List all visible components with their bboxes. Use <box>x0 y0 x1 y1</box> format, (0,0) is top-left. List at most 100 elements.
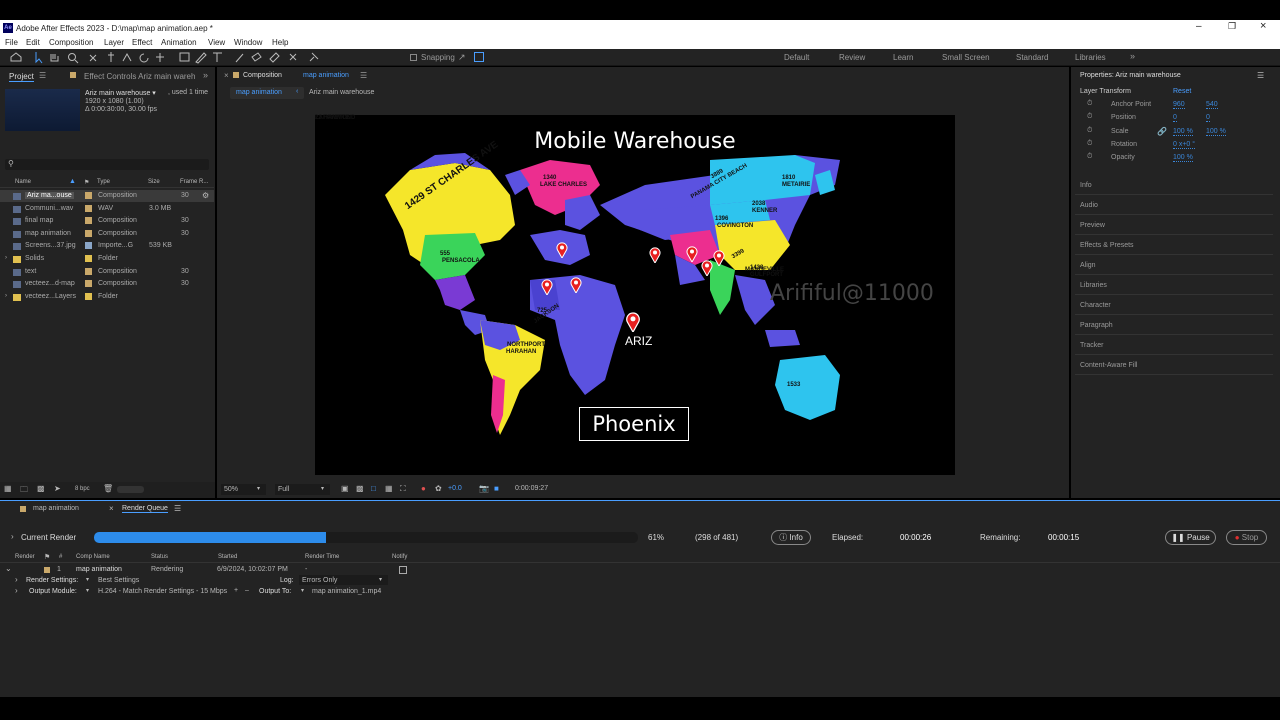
constrain-proportions-icon[interactable]: 🔗 <box>1157 127 1167 136</box>
expand-arrow-icon[interactable]: › <box>5 293 7 299</box>
prop-value-1[interactable]: 0 <box>1173 114 1177 123</box>
snapping-checkbox[interactable] <box>410 54 417 61</box>
project-item[interactable]: Communi...wav WAV 3.0 MB <box>0 203 214 215</box>
restore-icon[interactable]: ❐ <box>1228 21 1236 32</box>
minimize-icon[interactable]: – <box>1196 21 1202 32</box>
show-snapshot-icon[interactable]: ■ <box>494 484 499 493</box>
menu-view[interactable]: View <box>208 38 225 47</box>
panel-content-aware-fill[interactable]: Content-Aware Fill <box>1080 362 1137 369</box>
render-menu-icon[interactable]: ☰ <box>174 504 181 513</box>
project-item[interactable]: final map Composition 30 <box>0 215 214 227</box>
col-name[interactable]: Name <box>15 179 31 185</box>
expand-arrow-icon[interactable]: › <box>15 575 18 584</box>
workspace-learn[interactable]: Learn <box>893 53 913 62</box>
prop-value-1[interactable]: 100 % <box>1173 128 1193 136</box>
new-folder-icon[interactable]: 🗀 <box>20 484 28 498</box>
tab-composition-name[interactable]: map animation <box>303 72 349 79</box>
label-swatch[interactable] <box>85 255 92 262</box>
panel-tracker[interactable]: Tracker <box>1080 342 1103 349</box>
prop-value-1[interactable]: 0 x+0 ° <box>1173 141 1196 149</box>
label-swatch[interactable] <box>44 567 50 573</box>
stopwatch-icon[interactable]: ⏱ <box>1087 140 1092 148</box>
output-to-value[interactable]: map animation_1.mp4 <box>312 588 381 595</box>
remove-output-icon[interactable]: – <box>245 587 249 594</box>
new-composition-icon[interactable]: ▩ <box>37 484 45 493</box>
panel-preview[interactable]: Preview <box>1080 222 1105 229</box>
menu-animation[interactable]: Animation <box>161 38 197 47</box>
color-management-icon[interactable]: ✿ <box>435 484 442 493</box>
chevron-down-icon[interactable]: ▾ <box>301 587 304 594</box>
panel-audio[interactable]: Audio <box>1080 202 1098 209</box>
project-item[interactable]: vecteez...d-map Composition 30 <box>0 278 214 290</box>
snap-target-icon[interactable] <box>474 52 484 62</box>
panel-expand-icon[interactable]: » <box>203 70 208 80</box>
composition-viewer[interactable]: Mobile Warehouse Phoenix Arififul@11000 … <box>315 115 955 475</box>
panel-libraries[interactable]: Libraries <box>1080 282 1107 289</box>
thumbnail-slider[interactable] <box>117 486 144 493</box>
project-item[interactable]: map animation Composition 30 <box>0 228 214 240</box>
col-type[interactable]: Type <box>97 179 110 185</box>
col-notify[interactable]: Notify <box>392 554 407 560</box>
label-swatch[interactable] <box>85 280 92 288</box>
pause-button[interactable]: ❚❚ Pause <box>1165 530 1216 545</box>
color-channel-icon[interactable]: ● <box>421 484 426 493</box>
bpc-label[interactable]: 8 bpc <box>75 486 90 492</box>
snap-options-icon[interactable]: ↗ <box>458 52 466 63</box>
project-item[interactable]: text Composition 30 <box>0 266 214 278</box>
col-comp-name[interactable]: Comp Name <box>76 554 110 560</box>
menu-composition[interactable]: Composition <box>49 38 93 47</box>
tab-project[interactable]: Project <box>9 72 34 82</box>
stopwatch-icon[interactable]: ⏱ <box>1087 113 1092 121</box>
prop-value-2[interactable]: 100 % <box>1206 128 1226 136</box>
stopwatch-icon[interactable]: ⏱ <box>1087 100 1092 108</box>
col-frame-rate[interactable]: Frame R... <box>180 179 208 185</box>
reset-link[interactable]: Reset <box>1173 88 1191 95</box>
prop-value-2[interactable]: 540 <box>1206 101 1218 109</box>
label-swatch[interactable] <box>85 217 92 225</box>
item-comp-name[interactable]: map animation <box>76 566 122 573</box>
chevron-down-icon[interactable]: ▾ <box>86 587 89 594</box>
label-swatch[interactable] <box>85 204 92 212</box>
tab-effect-controls[interactable]: Effect Controls Ariz main wareh <box>84 72 195 81</box>
panel-effects-presets[interactable]: Effects & Presets <box>1080 242 1134 249</box>
tab-render-queue[interactable]: Render Queue <box>122 505 168 513</box>
stop-button[interactable]: ● Stop <box>1226 530 1267 545</box>
col-status[interactable]: Status <box>151 554 168 560</box>
properties-menu-icon[interactable]: ☰ <box>1257 71 1264 80</box>
region-of-interest-icon[interactable]: ▣ <box>341 484 349 493</box>
render-settings-value[interactable]: Best Settings <box>98 577 139 584</box>
collapse-arrow-icon[interactable]: ⌄ <box>5 564 12 573</box>
info-button[interactable]: ⓘ Info <box>771 530 811 545</box>
col-started[interactable]: Started <box>218 554 237 560</box>
panel-character[interactable]: Character <box>1080 302 1111 309</box>
expand-arrow-icon[interactable]: › <box>11 532 14 541</box>
close-tab-icon[interactable]: × <box>109 504 114 513</box>
panel-paragraph[interactable]: Paragraph <box>1080 322 1113 329</box>
selected-item-name[interactable]: Ariz main warehouse ▾ <box>85 89 156 97</box>
tab-composition-label[interactable]: Composition <box>243 72 282 79</box>
resolution-select[interactable]: Full ▾ <box>275 484 330 495</box>
notify-checkbox[interactable] <box>399 566 407 574</box>
comp-menu-icon[interactable]: ☰ <box>360 71 367 80</box>
menu-layer[interactable]: Layer <box>104 38 124 47</box>
label-swatch[interactable] <box>85 229 92 237</box>
current-time[interactable]: 0:00:09:27 <box>515 485 548 492</box>
chevron-down-icon[interactable]: ▾ <box>86 576 89 583</box>
col-render-time[interactable]: Render Time <box>305 554 339 560</box>
prop-value-1[interactable]: 100 % <box>1173 154 1193 163</box>
workspace-small-screen[interactable]: Small Screen <box>942 53 990 62</box>
workspace-default[interactable]: Default <box>784 53 809 62</box>
menu-window[interactable]: Window <box>234 38 262 47</box>
zoom-select[interactable]: 50% ▾ <box>221 484 266 495</box>
adjust-project-settings-icon[interactable]: ➤ <box>54 484 61 493</box>
close-icon[interactable]: × <box>1260 20 1266 32</box>
project-menu-icon[interactable]: ☰ <box>39 71 46 80</box>
close-tab-icon[interactable]: × <box>224 71 229 80</box>
workspace-libraries[interactable]: Libraries <box>1075 53 1106 62</box>
stopwatch-icon[interactable]: ⏱ <box>1087 127 1092 135</box>
label-swatch[interactable] <box>85 292 92 300</box>
menu-edit[interactable]: Edit <box>26 38 40 47</box>
3d-view-icon[interactable]: ⛶ <box>400 484 406 494</box>
snapshot-camera-icon[interactable]: 📷 <box>479 484 489 493</box>
label-swatch[interactable] <box>85 267 92 275</box>
